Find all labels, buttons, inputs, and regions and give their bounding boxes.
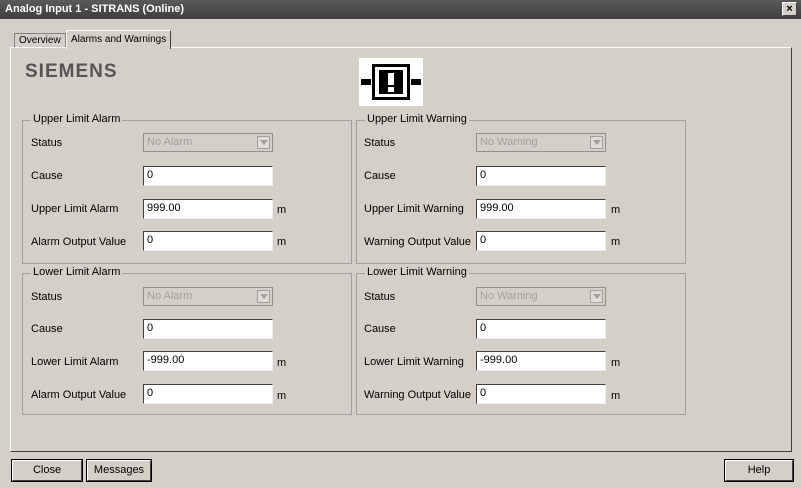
lower-alarm-cause-field[interactable]: 0 xyxy=(143,319,273,339)
upper-alarm-cause-field[interactable]: 0 xyxy=(143,166,273,186)
chevron-down-icon[interactable] xyxy=(257,290,270,303)
unit-label: m xyxy=(611,236,621,248)
upper-warning-status-select[interactable]: No Warning xyxy=(476,133,606,152)
window-title: Analog Input 1 - SITRANS (Online) xyxy=(5,3,185,15)
warning-exclamation-icon xyxy=(359,58,423,106)
lower-limit-alarm-label: Lower Limit Alarm xyxy=(31,356,119,368)
group-legend: Upper Limit Alarm xyxy=(31,113,123,125)
chevron-down-icon[interactable] xyxy=(590,136,603,149)
select-value: No Warning xyxy=(480,290,538,302)
unit-label: m xyxy=(277,204,287,216)
help-button[interactable]: Help xyxy=(724,459,794,482)
lower-alarm-status-select[interactable]: No Alarm xyxy=(143,287,273,306)
lower-warning-status-select[interactable]: No Warning xyxy=(476,287,606,306)
messages-button[interactable]: Messages xyxy=(86,459,152,482)
status-label: Status xyxy=(31,291,63,303)
lower-warning-cause-field[interactable]: 0 xyxy=(476,319,606,339)
chevron-down-icon[interactable] xyxy=(257,136,270,149)
upper-warning-cause-field[interactable]: 0 xyxy=(476,166,606,186)
tab-overview[interactable]: Overview xyxy=(14,33,66,48)
unit-label: m xyxy=(611,204,621,216)
upper-alarm-output-field[interactable]: 0 xyxy=(143,231,273,251)
status-label: Status xyxy=(364,137,396,149)
lower-limit-warning-field[interactable]: -999.00 xyxy=(476,351,606,371)
status-label: Status xyxy=(31,137,63,149)
select-value: No Alarm xyxy=(147,290,193,302)
group-legend: Upper Limit Warning xyxy=(365,113,469,125)
lower-limit-warning-label: Lower Limit Warning xyxy=(364,356,464,368)
lower-alarm-output-field[interactable]: 0 xyxy=(143,384,273,404)
unit-label: m xyxy=(611,357,621,369)
warning-output-value-label: Warning Output Value xyxy=(364,236,472,248)
alarm-output-value-label: Alarm Output Value xyxy=(31,389,127,401)
siemens-logo: SIEMENS xyxy=(25,61,118,82)
cause-label: Cause xyxy=(31,323,63,335)
cause-label: Cause xyxy=(31,170,63,182)
upper-limit-warning-label: Upper Limit Warning xyxy=(364,203,464,215)
unit-label: m xyxy=(277,236,287,248)
select-value: No Alarm xyxy=(147,136,193,148)
lower-limit-alarm-field[interactable]: -999.00 xyxy=(143,351,273,371)
alarm-output-value-label: Alarm Output Value xyxy=(31,236,127,248)
group-legend: Lower Limit Alarm xyxy=(31,266,123,278)
unit-label: m xyxy=(277,357,287,369)
upper-limit-alarm-label: Upper Limit Alarm xyxy=(31,203,119,215)
warning-output-value-label: Warning Output Value xyxy=(364,389,472,401)
unit-label: m xyxy=(611,390,621,402)
window-close-button[interactable]: × xyxy=(782,2,797,16)
upper-limit-alarm-field[interactable]: 999.00 xyxy=(143,199,273,219)
upper-alarm-status-select[interactable]: No Alarm xyxy=(143,133,273,152)
unit-label: m xyxy=(277,390,287,402)
status-label: Status xyxy=(364,291,396,303)
lower-warning-output-field[interactable]: 0 xyxy=(476,384,606,404)
cause-label: Cause xyxy=(364,170,396,182)
close-button[interactable]: Close xyxy=(11,459,83,482)
upper-warning-output-field[interactable]: 0 xyxy=(476,231,606,251)
upper-limit-warning-field[interactable]: 999.00 xyxy=(476,199,606,219)
select-value: No Warning xyxy=(480,136,538,148)
chevron-down-icon[interactable] xyxy=(590,290,603,303)
cause-label: Cause xyxy=(364,323,396,335)
tab-alarms-and-warnings[interactable]: Alarms and Warnings xyxy=(66,30,172,49)
group-legend: Lower Limit Warning xyxy=(365,266,469,278)
window-titlebar: Analog Input 1 - SITRANS (Online) × xyxy=(0,0,801,19)
